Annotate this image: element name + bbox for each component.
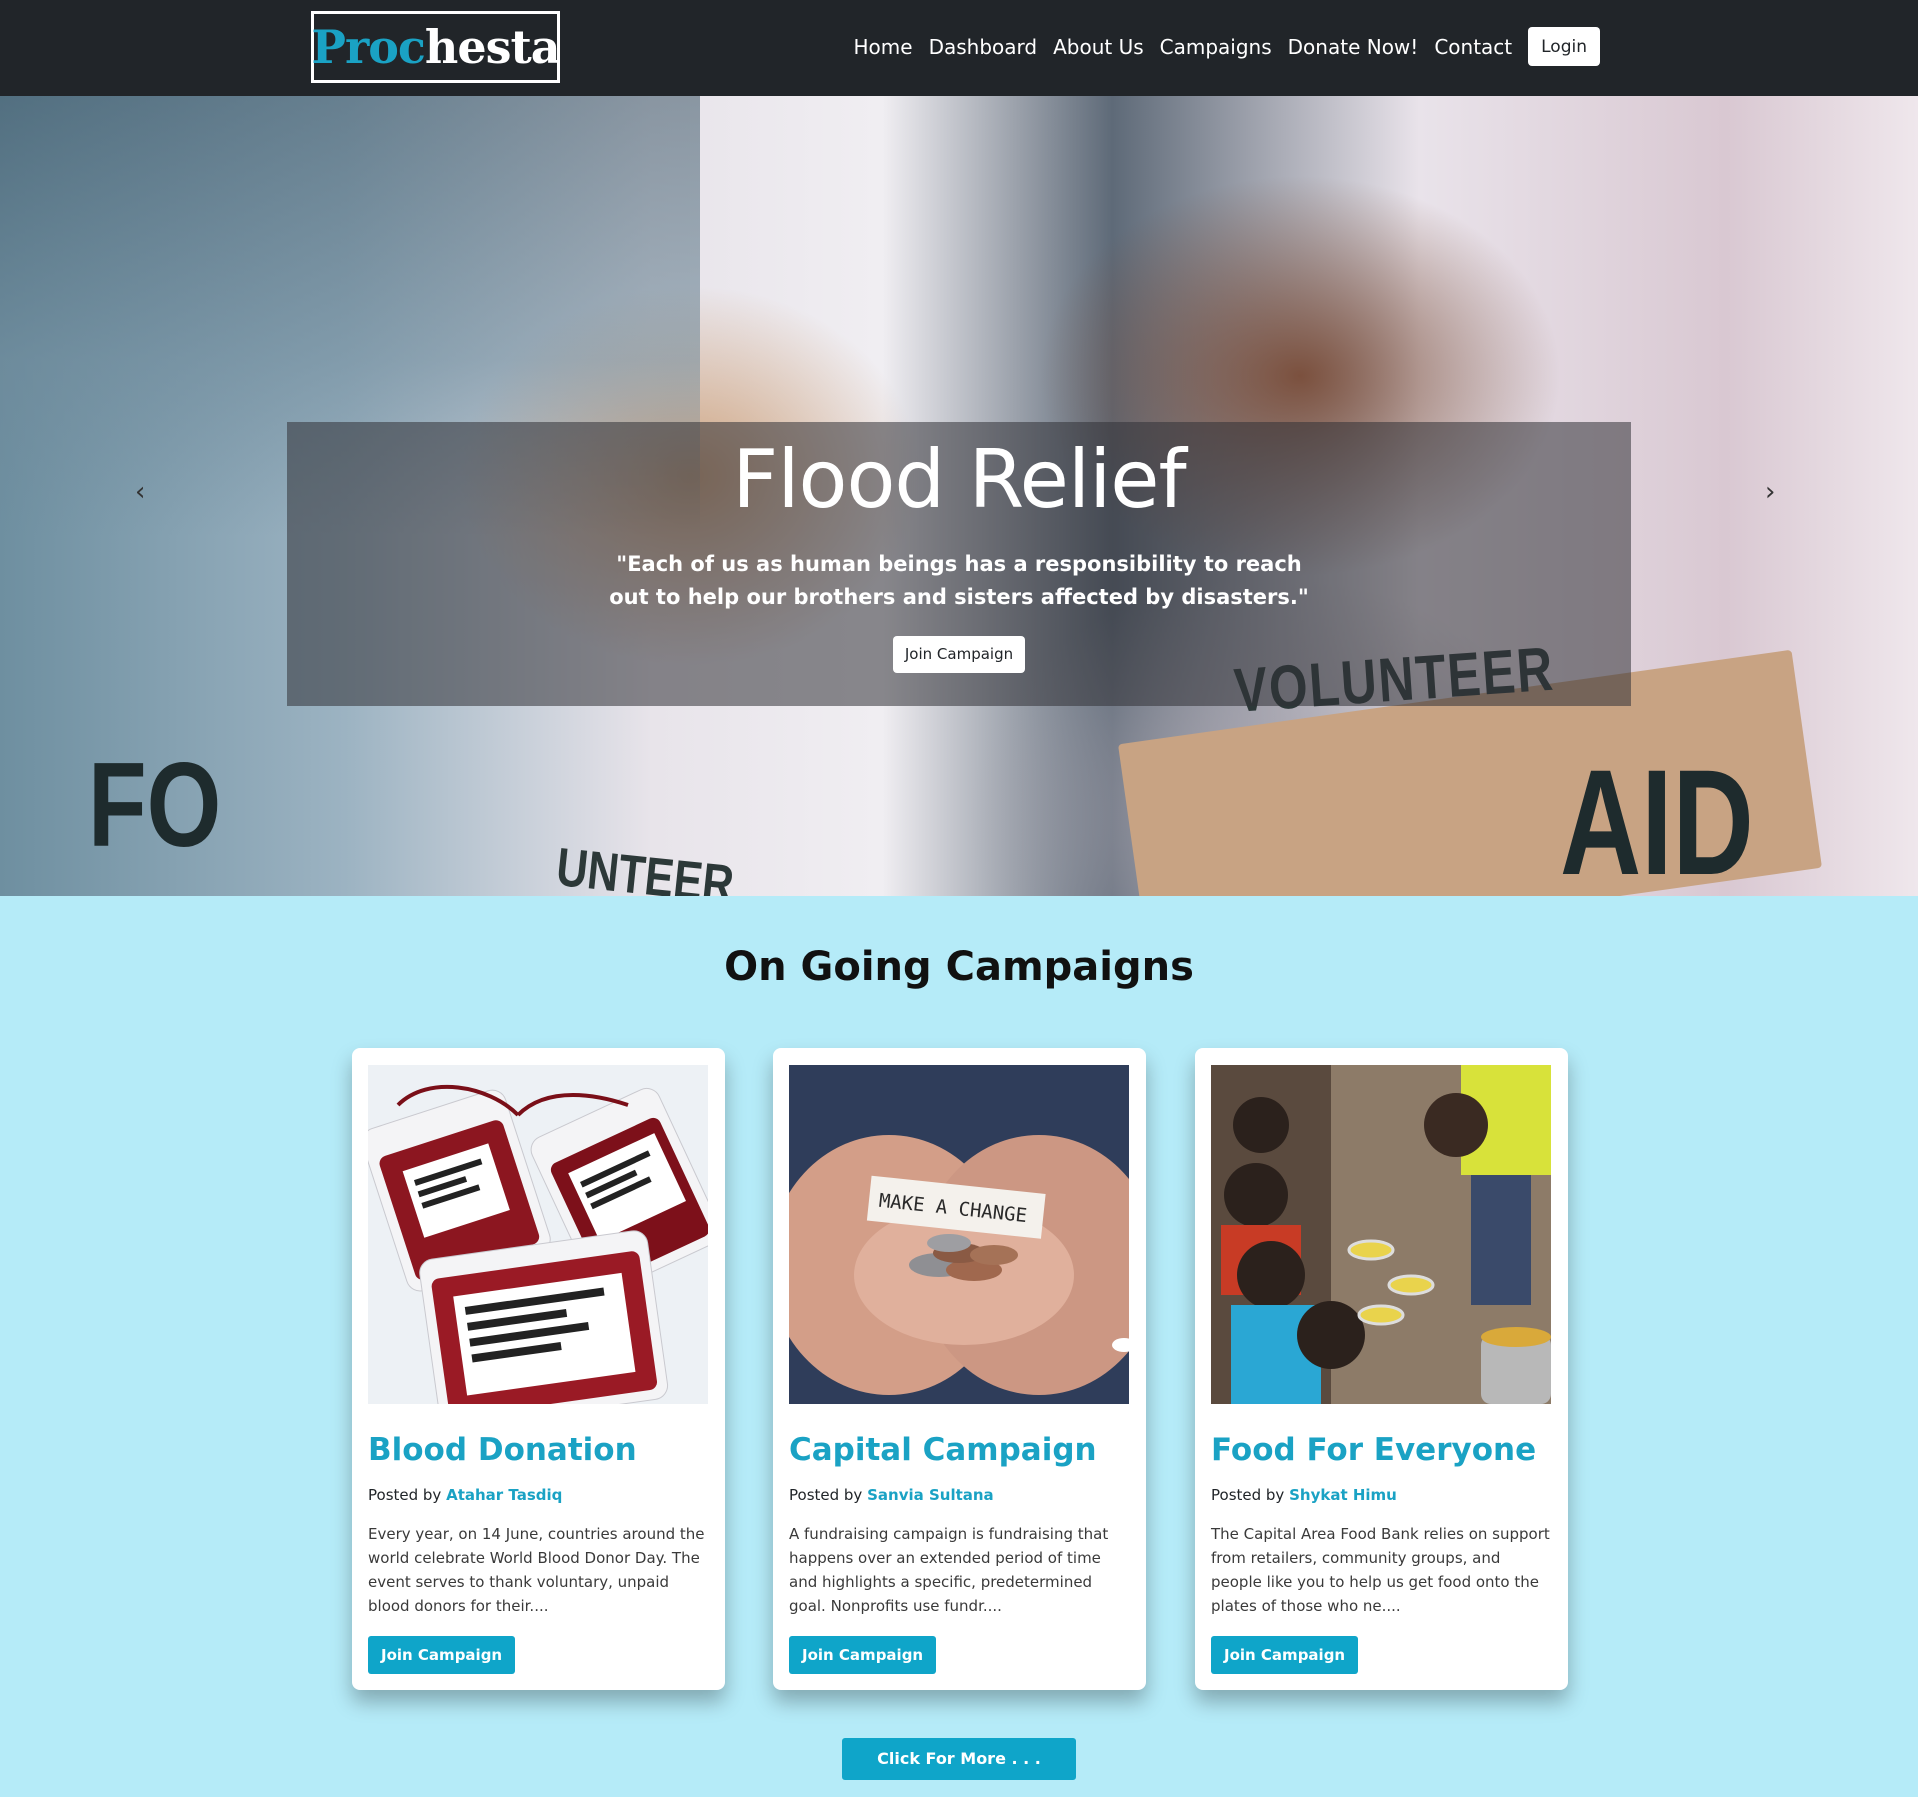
join-campaign-button[interactable]: Join Campaign [789, 1636, 937, 1674]
brand-logo-part2: hesta [424, 20, 561, 74]
hands-coins-illustration: MAKE A CHANGE [789, 1065, 1129, 1404]
carousel-prev-icon[interactable]: ‹ [135, 479, 155, 505]
nav-item-home[interactable]: Home [854, 35, 913, 59]
campaign-author-link[interactable]: Shykat Himu [1289, 1486, 1397, 1504]
hero-shirt-text-left: FO [88, 738, 222, 872]
campaign-description: Every year, on 14 June, countries around… [368, 1525, 705, 1615]
campaign-title: Food For Everyone [1211, 1432, 1537, 1468]
posted-by-label: Posted by [789, 1486, 863, 1504]
brand-logo-part1: Proc [311, 20, 426, 74]
hero-quote: "Each of us as human beings has a respon… [609, 552, 1309, 609]
blood-bags-illustration [368, 1065, 708, 1404]
campaign-title: Capital Campaign [789, 1432, 1097, 1468]
campaign-description: The Capital Area Food Bank relies on sup… [1211, 1525, 1550, 1615]
blood-bags-image [368, 1065, 708, 1404]
posted-by-label: Posted by [1211, 1486, 1285, 1504]
section-title: On Going Campaigns [724, 944, 1194, 990]
hero-caption: Flood Relief "Each of us as human beings… [287, 422, 1631, 706]
campaign-posted-by: Posted by Shykat Himu [1211, 1486, 1397, 1504]
campaign-card-capital-campaign: MAKE A CHANGE Capital Campaign Posted by… [773, 1048, 1146, 1690]
nav-links: Home Dashboard About Us Campaigns Donate… [838, 27, 1600, 66]
hero-join-campaign-button[interactable]: Join Campaign [892, 636, 1026, 673]
brand-logo[interactable]: Proc hesta [311, 11, 561, 83]
join-campaign-button[interactable]: Join Campaign [1211, 1636, 1359, 1674]
campaign-title: Blood Donation [368, 1432, 637, 1468]
campaign-author-link[interactable]: Sanvia Sultana [867, 1486, 994, 1504]
food-serving-illustration [1211, 1065, 1551, 1404]
click-for-more-button[interactable]: Click For More . . . [842, 1738, 1076, 1780]
hands-coins-image: MAKE A CHANGE [789, 1065, 1129, 1404]
campaign-card-blood-donation: Blood Donation Posted by Atahar Tasdiq E… [352, 1048, 725, 1690]
food-serving-image [1211, 1065, 1551, 1404]
nav-item-contact[interactable]: Contact [1434, 35, 1512, 59]
nav-item-campaigns[interactable]: Campaigns [1160, 35, 1272, 59]
hero-title: Flood Relief [732, 433, 1186, 526]
nav-item-donate-now[interactable]: Donate Now! [1288, 35, 1419, 59]
hero-shirt-text-bottom: UNTEER [553, 836, 737, 896]
nav-item-dashboard[interactable]: Dashboard [929, 35, 1038, 59]
campaign-description: A fundraising campaign is fundraising th… [789, 1525, 1109, 1615]
campaign-card-food-for-everyone: Food For Everyone Posted by Shykat Himu … [1195, 1048, 1568, 1690]
login-button[interactable]: Login [1528, 27, 1600, 66]
campaign-posted-by: Posted by Sanvia Sultana [789, 1486, 994, 1504]
hero-carousel: AID FO VOLUNTEER UNTEER Flood Relief "Ea… [0, 96, 1918, 896]
campaign-posted-by: Posted by Atahar Tasdiq [368, 1486, 562, 1504]
campaign-author-link[interactable]: Atahar Tasdiq [446, 1486, 562, 1504]
hero-box-text: AID [1560, 738, 1754, 896]
posted-by-label: Posted by [368, 1486, 442, 1504]
nav-item-about-us[interactable]: About Us [1053, 35, 1144, 59]
navbar: Proc hesta Home Dashboard About Us Campai… [0, 0, 1918, 96]
carousel-next-icon[interactable]: › [1765, 479, 1785, 505]
join-campaign-button[interactable]: Join Campaign [368, 1636, 516, 1674]
